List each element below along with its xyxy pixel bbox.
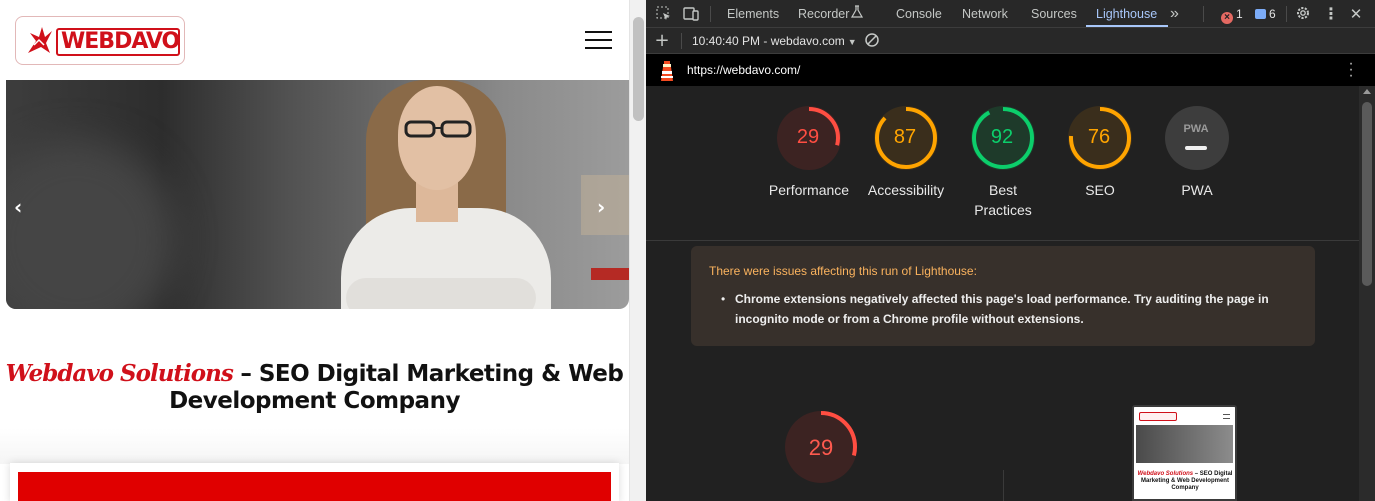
close-icon[interactable]: ✕ <box>1347 5 1365 23</box>
tab-elements[interactable]: Elements <box>727 0 779 28</box>
phoenix-logo-icon <box>28 27 52 53</box>
score-value: 29 <box>796 126 820 148</box>
score-gauge-accessibility[interactable]: 87 <box>873 105 939 171</box>
promo-card <box>10 463 619 501</box>
logo-wordmark: WEBDAVO <box>56 28 180 56</box>
lighthouse-toolbar: + 10:40:40 PM - webdavo.com ▼ <box>646 28 1375 54</box>
inspect-element-icon[interactable] <box>655 5 673 23</box>
clear-reports-icon[interactable] <box>863 32 881 50</box>
website-viewport: WEBDAVO ‹ › Webdavo Solutions – SEO Digi… <box>0 0 629 501</box>
score-label: Best Practices <box>974 182 1032 218</box>
active-tab-indicator <box>1086 25 1168 27</box>
pwa-badge-text: PWA <box>1183 123 1209 135</box>
score-label: Accessibility <box>867 182 945 198</box>
settings-gear-icon[interactable] <box>1294 5 1312 23</box>
hamburger-menu-icon[interactable] <box>585 31 612 49</box>
hero-slider <box>6 80 629 309</box>
more-options-icon[interactable]: ⋮ <box>1322 5 1340 23</box>
score-gauge-performance[interactable]: 29 <box>776 105 842 171</box>
device-toolbar-icon[interactable] <box>682 5 700 23</box>
thumbnail-heading: Webdavo Solutions – SEO Digital Marketin… <box>1137 471 1233 491</box>
score-value: 92 <box>990 126 1014 148</box>
score-label: PWA <box>1181 182 1213 198</box>
flask-icon <box>848 5 866 23</box>
more-tabs-icon[interactable]: » <box>1170 0 1179 28</box>
slider-prev-icon[interactable]: ‹ <box>14 197 34 219</box>
score-value: PWA <box>1164 117 1228 150</box>
report-scrollbar-thumb[interactable] <box>1362 102 1372 286</box>
pwa-dash-icon <box>1185 146 1207 150</box>
page-heading: Webdavo Solutions – SEO Digital Marketin… <box>0 360 629 415</box>
performance-detail-score: 29 <box>808 435 834 460</box>
warning-item: Chrome extensions negatively affected th… <box>735 292 1269 326</box>
report-url[interactable]: https://webdavo.com/ <box>687 54 800 86</box>
messages-badge[interactable]: 6 <box>1255 7 1276 21</box>
report-menu-icon[interactable]: · · · <box>1343 56 1359 84</box>
errors-badge[interactable]: × 1 <box>1221 7 1243 24</box>
tab-lighthouse[interactable]: Lighthouse <box>1096 0 1157 28</box>
dropdown-caret-icon: ▼ <box>847 37 857 47</box>
scroll-up-icon[interactable] <box>1363 89 1371 94</box>
report-scrollbar[interactable] <box>1359 86 1375 501</box>
warning-title: There were issues affecting this run of … <box>709 264 977 278</box>
final-screenshot-thumbnail[interactable]: Webdavo Solutions – SEO Digital Marketin… <box>1132 405 1237 501</box>
errors-count: 1 <box>1236 7 1243 21</box>
slider-next-icon[interactable]: › <box>597 197 617 219</box>
warning-box: There were issues affecting this run of … <box>691 246 1315 346</box>
error-icon: × <box>1221 12 1233 24</box>
devtools-toolbar: Elements Recorder Console Network Source… <box>646 0 1375 28</box>
page-scrollbar[interactable] <box>629 0 646 501</box>
heading-text: – SEO Digital Marketing & Web Developmen… <box>169 361 624 414</box>
glasses-shape <box>404 120 472 138</box>
devtools-panel: Elements Recorder Console Network Source… <box>646 0 1375 501</box>
score-label: SEO <box>1085 182 1115 198</box>
tab-network[interactable]: Network <box>962 0 1008 28</box>
report-url-bar: https://webdavo.com/ · · · <box>646 54 1375 86</box>
report-selector-value: 10:40:40 PM - webdavo.com <box>692 34 845 48</box>
site-logo[interactable]: WEBDAVO <box>15 16 185 65</box>
section-divider <box>1003 470 1004 501</box>
score-gauge-seo[interactable]: 76 <box>1067 105 1133 171</box>
brand-name: Webdavo Solutions <box>5 360 234 387</box>
site-header: WEBDAVO <box>0 0 629 80</box>
tab-console[interactable]: Console <box>896 0 942 28</box>
messages-count: 6 <box>1269 7 1276 21</box>
score-value: 76 <box>1087 126 1111 148</box>
page-scrollbar-thumb[interactable] <box>633 17 644 121</box>
report-selector[interactable]: 10:40:40 PM - webdavo.com ▼ <box>692 28 857 54</box>
lighthouse-icon <box>661 61 673 81</box>
score-label: Performance <box>768 182 850 198</box>
tab-sources[interactable]: Sources <box>1031 0 1077 28</box>
score-gauge-best-practices[interactable]: 92 <box>970 105 1036 171</box>
bullet-icon: • <box>721 292 726 306</box>
score-value: 87 <box>893 126 917 148</box>
tab-recorder[interactable]: Recorder <box>798 0 849 28</box>
new-report-plus-icon[interactable]: + <box>653 32 671 50</box>
promo-banner <box>18 472 611 501</box>
scores-divider <box>646 240 1359 241</box>
message-icon <box>1255 9 1266 19</box>
score-gauge-pwa[interactable]: PWA <box>1164 105 1230 171</box>
